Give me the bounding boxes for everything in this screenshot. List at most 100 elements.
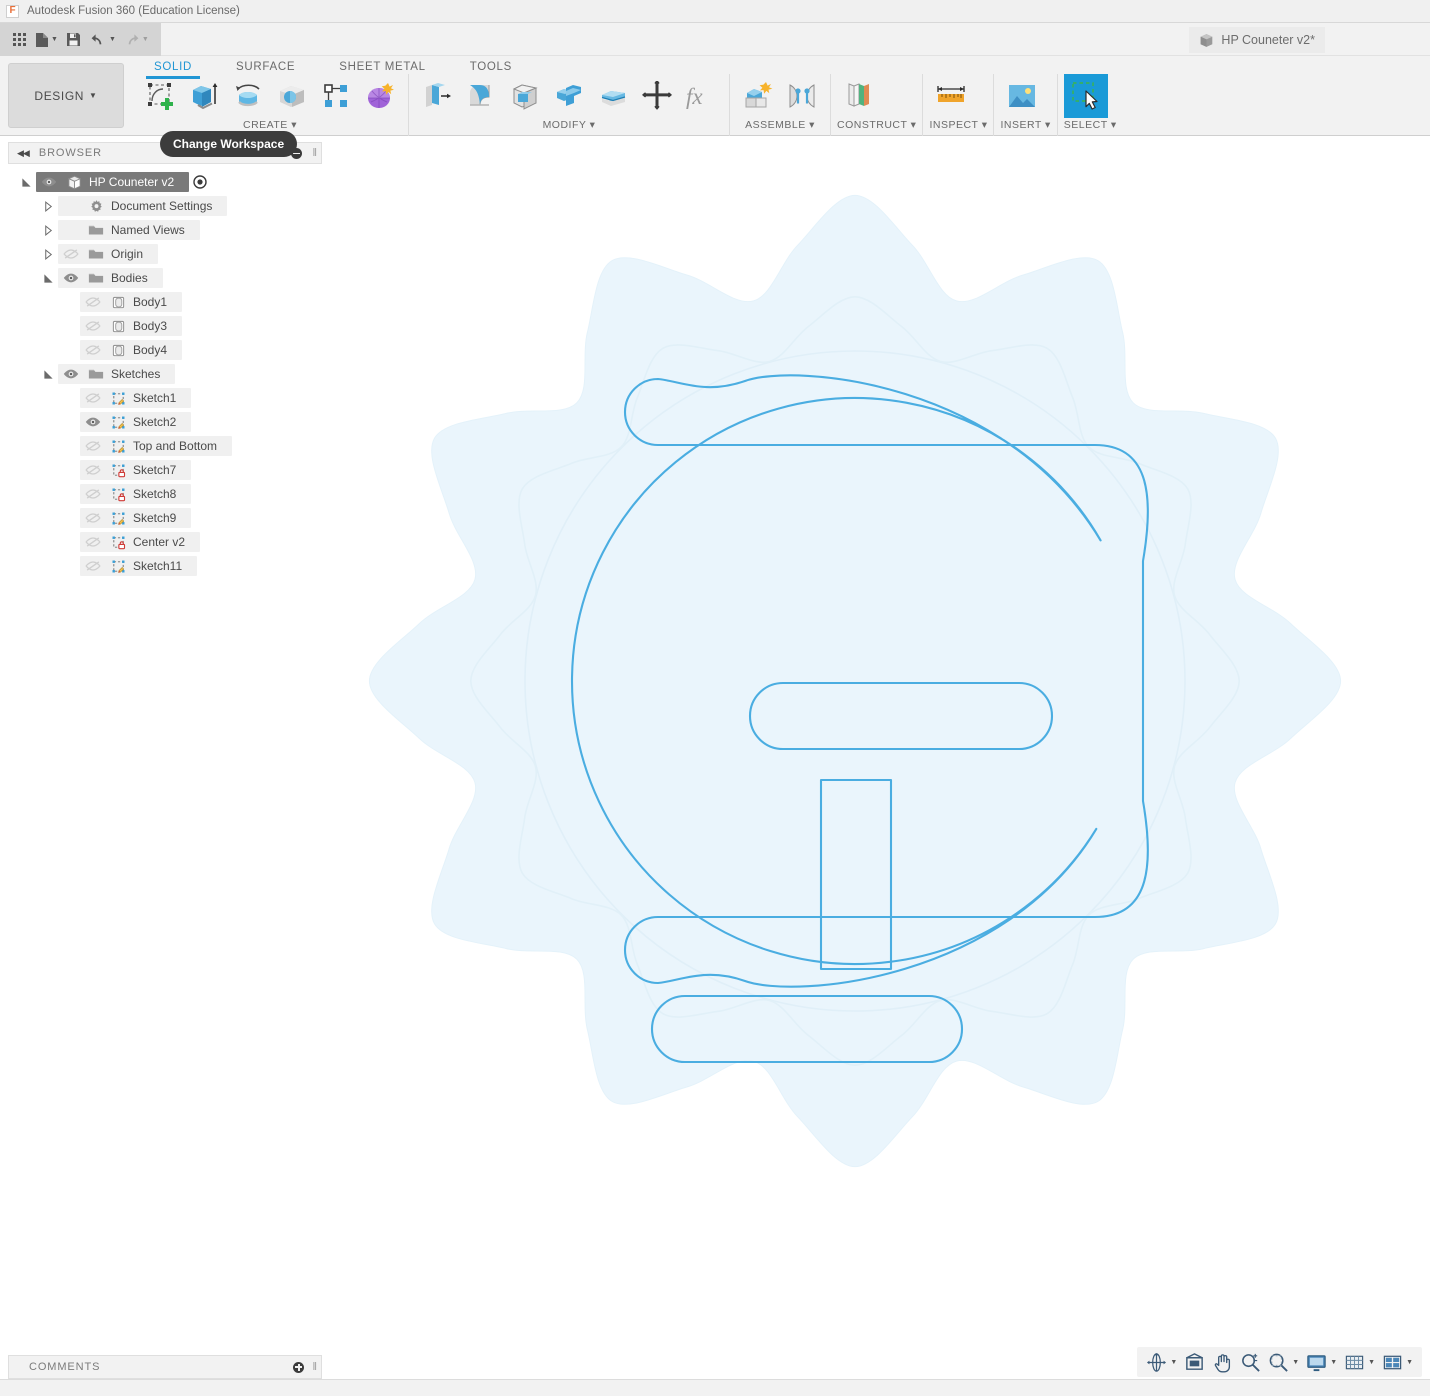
visibility-toggle[interactable] xyxy=(80,415,106,429)
visibility-toggle[interactable] xyxy=(58,271,84,285)
tree-node-body3[interactable]: Body3 xyxy=(8,314,322,338)
tree-node-label: Origin xyxy=(111,247,144,261)
press-pull-tool[interactable] xyxy=(415,74,459,118)
display-settings-button[interactable]: ▼ xyxy=(1303,1350,1340,1375)
visibility-toggle[interactable] xyxy=(58,247,84,261)
select-tool[interactable] xyxy=(1063,74,1108,118)
save-button[interactable] xyxy=(63,27,85,53)
visibility-toggle[interactable] xyxy=(80,511,106,525)
tree-node-hp-couneter-v2[interactable]: HP Couneter v2 xyxy=(8,170,322,194)
tree-node-sketch1[interactable]: Sketch1 xyxy=(8,386,322,410)
chevron-down-icon: ▼ xyxy=(1368,1358,1376,1366)
construct-plane-tool[interactable] xyxy=(837,74,881,118)
visibility-toggle[interactable] xyxy=(80,535,106,549)
comments-panel[interactable]: COMMENTS ‖ xyxy=(8,1355,322,1379)
move-copy-tool[interactable] xyxy=(635,74,679,118)
tree-expander[interactable] xyxy=(16,177,36,188)
visibility-toggle[interactable] xyxy=(80,487,106,501)
show-data-panel-button[interactable] xyxy=(8,27,30,53)
rect-pattern-tool[interactable] xyxy=(314,74,358,118)
pan-button[interactable] xyxy=(1209,1350,1236,1375)
insert-mcmaster-tool[interactable] xyxy=(1000,74,1044,118)
parameters-tool[interactable]: fx xyxy=(679,74,723,118)
create-sketch-tool[interactable] xyxy=(138,74,182,118)
tree-expander[interactable] xyxy=(38,224,58,236)
tree-node-sketch11[interactable]: Sketch11 xyxy=(8,554,322,578)
resize-grip-icon[interactable]: ‖ xyxy=(312,147,317,159)
tree-node-body1[interactable]: Body1 xyxy=(8,290,322,314)
tree-node-body: Sketch7 xyxy=(80,460,192,480)
visibility-toggle[interactable] xyxy=(58,367,84,381)
tree-node-bodies[interactable]: Bodies xyxy=(8,266,322,290)
folder-icon xyxy=(84,247,108,261)
gear-body[interactable] xyxy=(368,194,1342,1168)
split-face-tool[interactable] xyxy=(591,74,635,118)
workspace-switcher-button[interactable]: DESIGN ▼ xyxy=(8,63,124,128)
document-tab-label: HP Couneter v2* xyxy=(1221,33,1315,47)
tree-node-sketch8[interactable]: Sketch8 xyxy=(8,482,322,506)
double-chevron-left-icon[interactable]: ◀◀ xyxy=(17,148,30,159)
sweep-tool[interactable] xyxy=(270,74,314,118)
ribbon-group-modify-label[interactable]: MODIFY ▾ xyxy=(415,119,723,131)
activate-component-button[interactable] xyxy=(193,175,207,189)
add-comment-icon[interactable] xyxy=(293,1361,305,1373)
insert-image-icon xyxy=(1009,85,1036,107)
grid-snaps-button[interactable]: ▼ xyxy=(1341,1350,1378,1375)
sketch-plus-icon xyxy=(148,83,173,110)
undo-button[interactable]: ▼ xyxy=(88,27,118,53)
ribbon-group-insert-label[interactable]: INSERT ▾ xyxy=(1000,119,1050,131)
look-at-button[interactable] xyxy=(1181,1350,1208,1375)
fillet-tool[interactable] xyxy=(459,74,503,118)
resize-grip-icon[interactable]: ‖ xyxy=(312,1361,317,1373)
ribbon-group-inspect-label[interactable]: INSPECT ▾ xyxy=(929,119,987,131)
tree-node-center-v2[interactable]: Center v2 xyxy=(8,530,322,554)
tree-node-body: Body4 xyxy=(80,340,183,360)
fit-button[interactable]: ▼ xyxy=(1265,1350,1302,1375)
viewports-button[interactable]: ▼ xyxy=(1379,1350,1416,1375)
ribbon-group-create-label[interactable]: CREATE ▾ xyxy=(138,119,402,131)
tree-node-sketches[interactable]: Sketches xyxy=(8,362,322,386)
zoom-button[interactable] xyxy=(1237,1350,1264,1375)
tree-expander[interactable] xyxy=(38,369,58,380)
ribbon-group-construct-label[interactable]: CONSTRUCT ▾ xyxy=(837,119,916,131)
ribbon-group-select-label[interactable]: SELECT ▾ xyxy=(1064,119,1117,131)
visibility-toggle[interactable] xyxy=(80,439,106,453)
tree-node-named-views[interactable]: Named Views xyxy=(8,218,322,242)
tree-node-sketch7[interactable]: Sketch7 xyxy=(8,458,322,482)
orbit-button[interactable]: ▼ xyxy=(1143,1350,1180,1375)
ribbon-group-assemble-label[interactable]: ASSEMBLE ▾ xyxy=(736,119,824,131)
folder-icon xyxy=(88,273,104,283)
tree-node-top-and-bottom[interactable]: Top and Bottom xyxy=(8,434,322,458)
save-icon xyxy=(67,33,81,46)
eye-visible-icon xyxy=(63,369,79,379)
measure-tool[interactable] xyxy=(929,74,973,118)
tree-node-sketch2[interactable]: Sketch2 xyxy=(8,410,322,434)
tree-node-body4[interactable]: Body4 xyxy=(8,338,322,362)
tree-expander[interactable] xyxy=(38,248,58,260)
form-tool[interactable] xyxy=(358,74,402,118)
extrude-tool[interactable] xyxy=(182,74,226,118)
document-tab[interactable]: HP Couneter v2* xyxy=(1189,27,1325,53)
tree-node-origin[interactable]: Origin xyxy=(8,242,322,266)
revolve-tool[interactable] xyxy=(226,74,270,118)
tree-expander[interactable] xyxy=(38,273,58,284)
visibility-toggle[interactable] xyxy=(80,559,106,573)
tree-node-sketch9[interactable]: Sketch9 xyxy=(8,506,322,530)
combine-tool[interactable] xyxy=(547,74,591,118)
visibility-toggle[interactable] xyxy=(80,295,106,309)
window-title: Autodesk Fusion 360 (Education License) xyxy=(27,5,240,17)
visibility-toggle[interactable] xyxy=(36,175,62,189)
new-component-tool[interactable] xyxy=(736,74,780,118)
ribbon-groups: CREATE ▾ fx MODIFY ▾ ASSEMBLE ▾ CONSTRUC… xyxy=(132,74,1123,136)
shell-tool[interactable] xyxy=(503,74,547,118)
redo-button[interactable]: ▼ xyxy=(121,27,151,53)
tree-node-document-settings[interactable]: Document Settings xyxy=(8,194,322,218)
tree-expander[interactable] xyxy=(38,200,58,212)
sketch-locked-icon xyxy=(112,488,125,501)
visibility-toggle[interactable] xyxy=(80,391,106,405)
visibility-toggle[interactable] xyxy=(80,319,106,333)
file-menu-button[interactable]: ▼ xyxy=(33,27,60,53)
joint-tool[interactable] xyxy=(780,74,824,118)
visibility-toggle[interactable] xyxy=(80,343,106,357)
visibility-toggle[interactable] xyxy=(80,463,106,477)
